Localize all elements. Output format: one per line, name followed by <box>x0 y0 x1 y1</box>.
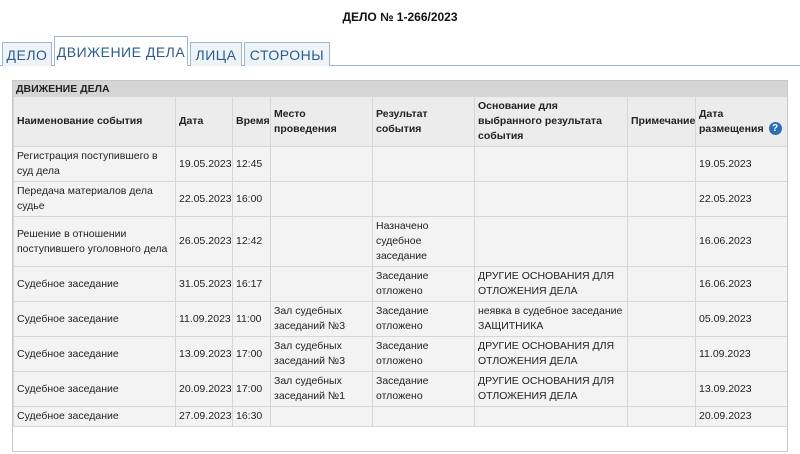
location-cell <box>270 406 373 427</box>
time-cell: 12:42 <box>232 216 271 267</box>
posted-date-cell: 19.05.2023 <box>695 146 787 182</box>
posted-date-label: Дата размещения <box>699 107 764 135</box>
basis-cell <box>474 216 628 267</box>
event-name-cell: Судебное заседание <box>13 301 176 337</box>
column-header-note: Примечание <box>627 96 696 147</box>
date-cell: 13.09.2023 <box>175 336 233 372</box>
posted-date-cell: 16.06.2023 <box>695 266 787 302</box>
events-section: ДВИЖЕНИЕ ДЕЛА Наименование события Дата … <box>12 80 788 452</box>
note-cell <box>627 146 696 182</box>
result-cell <box>372 406 475 427</box>
time-cell: 17:00 <box>232 336 271 372</box>
time-cell: 16:00 <box>232 181 271 217</box>
question-circle-icon[interactable]: ? <box>768 122 782 136</box>
table-row: Регистрация поступившего в суд дела 19.05… <box>13 146 787 182</box>
time-cell: 11:00 <box>232 301 271 337</box>
basis-cell: ДРУГИЕ ОСНОВАНИЯ ДЛЯ ОТЛОЖЕНИЯ ДЕЛА <box>474 336 628 372</box>
table-row: Судебное заседание 20.09.2023 17:00 Зал суд… <box>13 371 787 407</box>
note-cell <box>627 181 696 217</box>
events-table-body: Регистрация поступившего в суд дела 19.05… <box>13 146 787 427</box>
case-title: ДЕЛО № 1-266/2023 <box>342 10 458 24</box>
tab-litsa[interactable]: ЛИЦА <box>190 42 242 66</box>
time-cell: 16:30 <box>232 406 271 427</box>
table-row: Передача материалов дела судье 22.05.2023… <box>13 181 787 217</box>
location-cell <box>270 181 373 217</box>
column-header-result: Результат события <box>372 96 475 147</box>
date-cell: 11.09.2023 <box>175 301 233 337</box>
location-cell: Зал судебных заседаний №3 <box>270 301 373 337</box>
location-cell: Зал судебных заседаний №1 <box>270 371 373 407</box>
date-cell: 19.05.2023 <box>175 146 233 182</box>
table-row: Судебное заседание 31.05.2023 16:17 Заседан… <box>13 266 787 302</box>
result-cell <box>372 146 475 182</box>
note-cell <box>627 406 696 427</box>
table-row: Решение в отношении поступившего уголовн… <box>13 216 787 267</box>
column-header-date: Дата <box>175 96 233 147</box>
table-row: Судебное заседание 11.09.2023 11:00 Зал суд… <box>13 301 787 337</box>
time-cell: 12:45 <box>232 146 271 182</box>
date-cell: 31.05.2023 <box>175 266 233 302</box>
column-header-location: Место проведения <box>270 96 373 147</box>
event-name-cell: Передача материалов дела судье <box>13 181 176 217</box>
basis-cell <box>474 406 628 427</box>
column-header-time: Время <box>232 96 271 147</box>
time-cell: 16:17 <box>232 266 271 302</box>
result-cell <box>372 181 475 217</box>
note-cell <box>627 371 696 407</box>
posted-date-cell: 05.09.2023 <box>695 301 787 337</box>
posted-date-cell: 22.05.2023 <box>695 181 787 217</box>
note-cell <box>627 301 696 337</box>
note-cell <box>627 266 696 302</box>
event-name-cell: Судебное заседание <box>13 371 176 407</box>
basis-cell: ДРУГИЕ ОСНОВАНИЯ ДЛЯ ОТЛОЖЕНИЯ ДЕЛА <box>474 266 628 302</box>
column-header-basis: Основание для выбранного результата собы… <box>474 96 628 147</box>
location-cell <box>270 216 373 267</box>
posted-date-cell: 11.09.2023 <box>695 336 787 372</box>
table-row: Судебное заседание 27.09.2023 16:30 20.09.2… <box>13 406 787 427</box>
event-name-cell: Решение в отношении поступившего уголовн… <box>13 216 176 267</box>
tab-storony[interactable]: СТОРОНЫ <box>244 42 330 66</box>
time-cell: 17:00 <box>232 371 271 407</box>
event-name-cell: Регистрация поступившего в суд дела <box>13 146 176 182</box>
basis-cell <box>474 181 628 217</box>
tab-bar: ДЕЛО ДВИЖЕНИЕ ДЕЛА ЛИЦА СТОРОНЫ <box>0 36 800 66</box>
posted-date-cell: 13.09.2023 <box>695 371 787 407</box>
location-cell <box>270 266 373 302</box>
location-cell <box>270 146 373 182</box>
tab-dvizhenie-dela[interactable]: ДВИЖЕНИЕ ДЕЛА <box>54 36 188 66</box>
note-cell <box>627 216 696 267</box>
event-name-cell: Судебное заседание <box>13 336 176 372</box>
result-cell: Назначено судебное заседание <box>372 216 475 267</box>
event-name-cell: Судебное заседание <box>13 406 176 427</box>
basis-cell: ДРУГИЕ ОСНОВАНИЯ ДЛЯ ОТЛОЖЕНИЯ ДЕЛА <box>474 371 628 407</box>
result-cell: Заседание отложено <box>372 371 475 407</box>
result-cell: Заседание отложено <box>372 301 475 337</box>
location-cell: Зал судебных заседаний №3 <box>270 336 373 372</box>
result-cell: Заседание отложено <box>372 336 475 372</box>
table-header-row: Наименование события Дата Время Место пр… <box>13 96 787 147</box>
column-header-event-name: Наименование события <box>13 96 176 147</box>
tab-panel: ДВИЖЕНИЕ ДЕЛА Наименование события Дата … <box>0 66 800 454</box>
result-cell: Заседание отложено <box>372 266 475 302</box>
table-row: Судебное заседание 13.09.2023 17:00 Зал суд… <box>13 336 787 372</box>
events-table: Наименование события Дата Время Место пр… <box>13 96 787 427</box>
basis-cell <box>474 146 628 182</box>
section-title: ДВИЖЕНИЕ ДЕЛА <box>13 81 787 96</box>
column-header-posted-date: Дата размещения ? <box>695 96 787 147</box>
tab-delo[interactable]: ДЕЛО <box>2 42 52 66</box>
posted-date-cell: 20.09.2023 <box>695 406 787 427</box>
posted-date-cell: 16.06.2023 <box>695 216 787 267</box>
note-cell <box>627 336 696 372</box>
date-cell: 26.05.2023 <box>175 216 233 267</box>
basis-cell: неявка в судебное заседание ЗАЩИТНИКА <box>474 301 628 337</box>
date-cell: 27.09.2023 <box>175 406 233 427</box>
date-cell: 20.09.2023 <box>175 371 233 407</box>
event-name-cell: Судебное заседание <box>13 266 176 302</box>
date-cell: 22.05.2023 <box>175 181 233 217</box>
